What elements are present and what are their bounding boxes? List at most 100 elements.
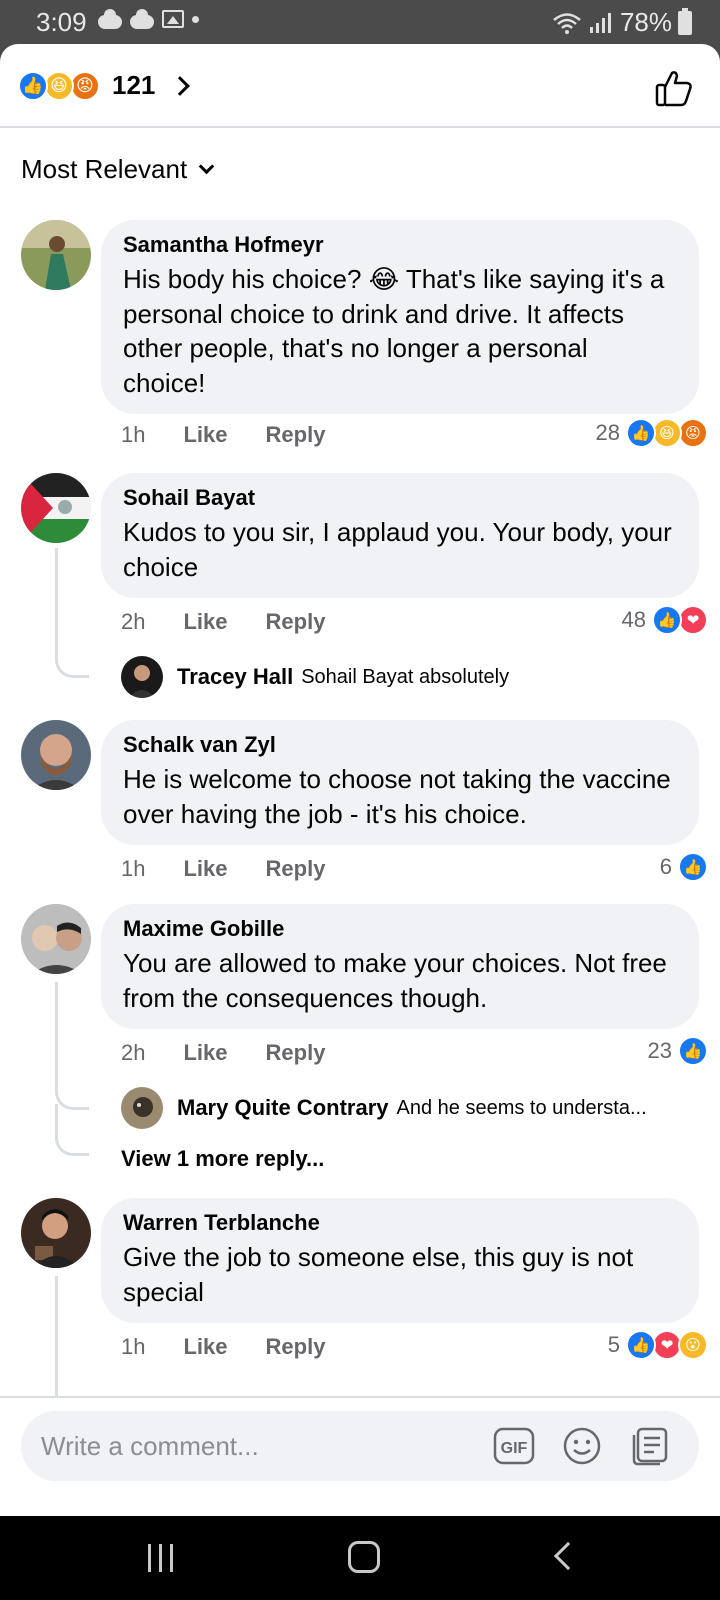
avatar[interactable] <box>21 720 91 790</box>
smiley-icon <box>563 1427 601 1465</box>
like-reaction-icon: 👍 <box>678 1036 708 1066</box>
like-outline-icon[interactable] <box>654 68 694 108</box>
reply-text: Sohail Bayat absolutely <box>301 665 510 688</box>
comment-actions: 2h Like Reply <box>121 609 325 635</box>
avatar[interactable] <box>21 220 91 290</box>
comment-bubble[interactable]: Samantha Hofmeyr His body his choice? 😂 … <box>101 220 699 414</box>
comment-reaction-count: 5 <box>607 1332 620 1357</box>
haha-reaction-icon: 😆 <box>652 418 682 448</box>
comment-author[interactable]: Sohail Bayat <box>123 485 677 511</box>
comment-text: You are allowed to make your choices. No… <box>123 948 667 1013</box>
sticker-icon <box>632 1427 668 1466</box>
like-reaction-icon: 👍 <box>626 418 656 448</box>
cloud-icon <box>130 9 154 29</box>
comment-input[interactable] <box>41 1427 461 1465</box>
thread-connector <box>55 982 89 1110</box>
comment-bubble[interactable]: Sohail Bayat Kudos to you sir, I applaud… <box>101 473 699 598</box>
reply-preview[interactable]: Mary Quite Contrary And he seems to unde… <box>121 1087 647 1129</box>
emoji-button[interactable] <box>561 1425 603 1467</box>
chevron-right-icon <box>170 75 191 96</box>
sticker-button[interactable] <box>629 1425 671 1467</box>
home-button[interactable] <box>348 1541 380 1573</box>
comment-time[interactable]: 1h <box>121 856 145 882</box>
reply-preview[interactable]: Tracey Hall Sohail Bayat absolutely <box>121 656 509 698</box>
reply-button[interactable]: Reply <box>266 856 326 882</box>
comment-bubble[interactable]: Schalk van Zyl He is welcome to choose n… <box>101 720 699 845</box>
like-button[interactable]: Like <box>183 422 227 448</box>
sort-dropdown[interactable]: Most Relevant <box>21 154 215 185</box>
comment-reactions[interactable]: 5 👍 ❤ 😮 <box>607 1330 708 1360</box>
like-button[interactable]: Like <box>183 609 227 635</box>
comment-reactions[interactable]: 23 👍 <box>647 1036 708 1066</box>
avatar[interactable] <box>21 1198 91 1268</box>
comment-text: Kudos to you sir, I applaud you. Your bo… <box>123 517 672 582</box>
comment-bubble[interactable]: Warren Terblanche Give the job to someon… <box>101 1198 699 1323</box>
comment-actions: 1h Like Reply <box>121 856 325 882</box>
battery-percent: 78% <box>619 7 672 37</box>
system-nav-bar <box>0 1516 720 1600</box>
thread-connector <box>55 548 89 678</box>
comment-actions: 1h Like Reply <box>121 422 325 448</box>
comment-time[interactable]: 1h <box>121 422 145 448</box>
reply-author[interactable]: Tracey Hall <box>177 664 293 690</box>
like-button[interactable]: Like <box>183 1334 227 1360</box>
comment-time[interactable]: 2h <box>121 609 145 635</box>
like-reaction-icon: 👍 <box>626 1330 656 1360</box>
avatar[interactable] <box>121 1087 163 1129</box>
view-more-replies-link[interactable]: View 1 more reply... <box>121 1146 324 1172</box>
reactions-summary[interactable]: 👍 😆 😡 121 <box>18 70 191 101</box>
reply-button[interactable]: Reply <box>266 1040 326 1066</box>
comment-reactions[interactable]: 48 👍 ❤ <box>621 605 708 635</box>
angry-reaction-icon: 😡 <box>678 418 708 448</box>
comment-text: Give the job to someone else, this guy i… <box>123 1242 634 1307</box>
like-button[interactable]: Like <box>183 1040 227 1066</box>
status-bar: 3:09 78% <box>0 0 720 44</box>
comment-reaction-count: 6 <box>659 854 672 879</box>
comment-author[interactable]: Maxime Gobille <box>123 916 677 942</box>
reply-text: And he seems to understa... <box>396 1096 647 1119</box>
thread-connector <box>55 1276 89 1416</box>
comment-time[interactable]: 2h <box>121 1040 145 1066</box>
wow-reaction-icon: 😮 <box>678 1330 708 1360</box>
battery-icon <box>678 7 692 35</box>
avatar[interactable] <box>21 473 91 543</box>
comment-time[interactable]: 1h <box>121 1334 145 1360</box>
comment-actions: 2h Like Reply <box>121 1040 325 1066</box>
reply-button[interactable]: Reply <box>266 609 326 635</box>
reaction-count: 121 <box>112 70 156 100</box>
like-reaction-icon: 👍 <box>18 70 48 101</box>
gif-button[interactable]: GIF <box>493 1425 535 1467</box>
comments-sheet: 👍 😆 😡 121 Most Relevant Samantha Hofmeyr <box>0 44 720 1516</box>
chevron-down-icon <box>198 158 215 175</box>
emoji: 😂 <box>368 264 400 294</box>
reply-author[interactable]: Mary Quite Contrary <box>177 1095 389 1121</box>
wifi-icon <box>553 12 581 34</box>
more-notifications-icon <box>192 15 199 23</box>
avatar[interactable] <box>121 656 163 698</box>
comment-input-container[interactable]: GIF <box>21 1411 699 1481</box>
comment-text-part: His body his choice? <box>123 264 369 294</box>
comment-author[interactable]: Samantha Hofmeyr <box>123 232 677 258</box>
reply-button[interactable]: Reply <box>266 1334 326 1360</box>
angry-reaction-icon: 😡 <box>70 70 100 101</box>
avatar[interactable] <box>21 904 91 974</box>
comment-text: His body his choice? 😂 That's like sayin… <box>123 262 677 400</box>
sort-label: Most Relevant <box>21 154 188 184</box>
back-button[interactable] <box>553 1541 583 1571</box>
recent-apps-button[interactable] <box>148 1544 173 1572</box>
gif-icon: GIF <box>493 1427 535 1465</box>
comment-reactions[interactable]: 28 👍 😆 😡 <box>596 418 708 448</box>
gallery-icon <box>162 10 184 28</box>
reactions-header: 👍 😆 😡 121 <box>0 44 720 128</box>
status-right: 78% <box>552 7 692 38</box>
status-time: 3:09 <box>36 7 87 37</box>
comment-author[interactable]: Schalk van Zyl <box>123 732 677 758</box>
comment-bubble[interactable]: Maxime Gobille You are allowed to make y… <box>101 904 699 1029</box>
like-button[interactable]: Like <box>183 856 227 882</box>
comment-reaction-count: 48 <box>621 607 646 632</box>
comment-author[interactable]: Warren Terblanche <box>123 1210 677 1236</box>
comment-reaction-count: 23 <box>647 1038 672 1063</box>
reply-button[interactable]: Reply <box>266 422 326 448</box>
signal-icon <box>589 12 611 33</box>
comment-reactions[interactable]: 6 👍 <box>659 852 708 882</box>
